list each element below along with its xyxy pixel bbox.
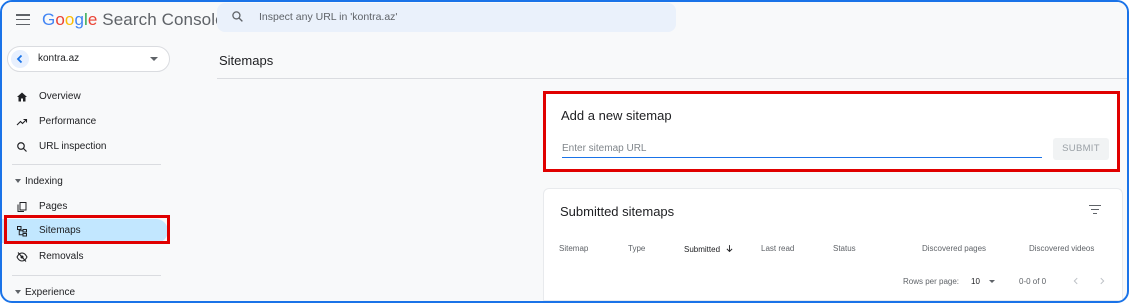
filter-icon[interactable] (1089, 205, 1101, 217)
submit-button[interactable]: SUBMIT (1053, 138, 1109, 160)
title-divider (217, 78, 1127, 79)
home-icon (17, 92, 27, 102)
submitted-sitemaps-card: Submitted sitemaps Sitemap Type Submitte… (543, 188, 1123, 301)
highlight-box (4, 215, 170, 244)
section-label: Indexing (25, 176, 63, 187)
sidebar-item-label: Pages (39, 201, 68, 212)
sidebar-section-indexing[interactable]: Indexing (2, 173, 168, 191)
column-header-status[interactable]: Status (833, 244, 856, 253)
arrow-down-icon (726, 245, 733, 253)
search-placeholder: Inspect any URL in 'kontra.az' (259, 11, 398, 23)
sidebar-item-label: Performance (39, 116, 97, 127)
search-input[interactable]: Inspect any URL in 'kontra.az' (217, 3, 676, 32)
column-header-sitemap[interactable]: Sitemap (559, 244, 588, 253)
removals-icon (16, 252, 28, 262)
collapse-icon (15, 290, 21, 294)
sidebar-item-label: Removals (39, 251, 84, 262)
search-icon (232, 11, 243, 22)
sidebar-item-label: Overview (39, 91, 81, 102)
sidebar-item-overview[interactable]: Overview (2, 85, 168, 109)
chevron-left-icon[interactable] (1071, 276, 1081, 286)
sitemap-url-input[interactable]: Enter sitemap URL (562, 143, 646, 154)
chevron-down-icon (988, 280, 995, 283)
trending-up-icon (16, 118, 28, 126)
sidebar-item-label: URL inspection (39, 141, 107, 152)
pagination-range: 0-0 of 0 (1019, 277, 1047, 286)
column-header-last-read[interactable]: Last read (761, 244, 794, 253)
rows-per-page-select[interactable]: 10 (971, 277, 995, 286)
chevron-down-icon (150, 57, 158, 61)
menu-icon[interactable] (16, 14, 30, 26)
app-product-name: Search Console (102, 10, 225, 29)
property-name: kontra.az (38, 53, 80, 64)
section-label: Experience (25, 287, 76, 298)
sidebar-divider (12, 164, 161, 165)
column-header-discovered-videos[interactable]: Discovered videos (1029, 244, 1094, 253)
rows-per-page-label: Rows per page: (903, 277, 960, 286)
pages-icon (17, 202, 27, 212)
input-underline (562, 157, 1042, 158)
property-selector[interactable]: kontra.az (7, 46, 170, 72)
sidebar-item-removals[interactable]: Removals (2, 245, 168, 269)
sidebar-item-performance[interactable]: Performance (2, 110, 168, 134)
top-bar: Google Search Console Inspect any URL in… (2, 2, 1127, 38)
sidebar-section-experience[interactable]: Experience (2, 284, 168, 301)
app-window: Google Search Console Inspect any URL in… (0, 0, 1129, 303)
collapse-icon (15, 179, 21, 183)
sidebar-divider (12, 275, 161, 276)
add-sitemap-card: Add a new sitemap Enter sitemap URL SUBM… (543, 91, 1120, 172)
sidebar-item-url-inspection[interactable]: URL inspection (2, 135, 168, 159)
chevron-right-icon[interactable] (1097, 276, 1107, 286)
submitted-sitemaps-title: Submitted sitemaps (560, 204, 675, 219)
back-arrow-icon[interactable] (11, 50, 29, 68)
column-header-type[interactable]: Type (628, 244, 645, 253)
column-header-discovered-pages[interactable]: Discovered pages (922, 244, 986, 253)
search-icon (17, 142, 27, 152)
add-sitemap-title: Add a new sitemap (561, 108, 672, 123)
column-header-submitted[interactable]: Submitted (684, 244, 734, 254)
app-logo[interactable]: Google Search Console (42, 10, 225, 30)
page-title: Sitemaps (219, 53, 274, 68)
